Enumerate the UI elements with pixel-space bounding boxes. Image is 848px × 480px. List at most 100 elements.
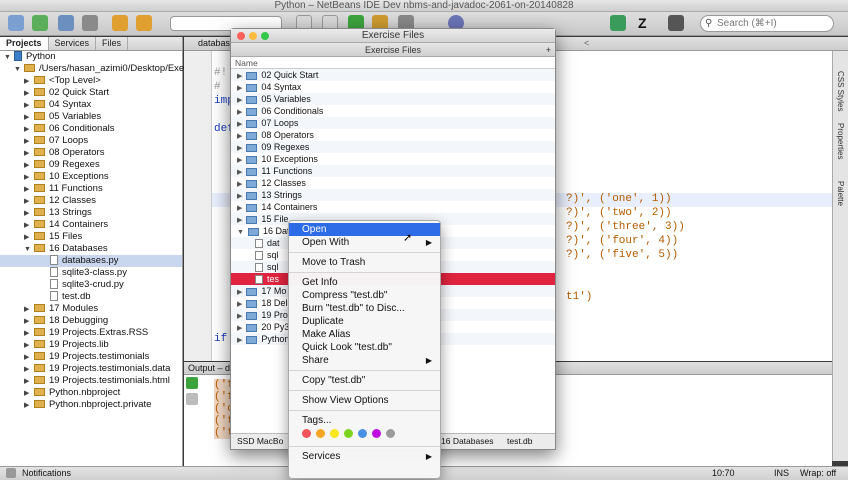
save-all-icon[interactable] [82,15,98,31]
finder-row[interactable]: ▶ 14 Containers [231,201,555,213]
finder-row[interactable]: ▶ 10 Exceptions [231,153,555,165]
tree-folder[interactable]: ▶ 12 Classes [0,195,182,207]
menu-separator [289,272,440,273]
menu-open-with[interactable]: Open With ▶ [289,236,440,249]
tag-color-dot-icon[interactable] [302,429,311,438]
finder-tab[interactable]: Exercise Files [365,45,421,55]
tree-file[interactable]: databases.py [0,255,182,267]
tree-folder[interactable]: ▶ 19 Projects.testimonials [0,351,182,363]
menu-show-view-options[interactable]: Show View Options [289,394,440,407]
tree-label: <Top Level> [49,75,101,86]
tree-folder[interactable]: ▶ <Top Level> [0,75,182,87]
tag-color-dot-icon[interactable] [372,429,381,438]
menu-copy[interactable]: Copy "test.db" [289,374,440,387]
tree-folder[interactable]: ▶ 13 Strings [0,207,182,219]
tree-folder[interactable]: ▶ 05 Variables [0,111,182,123]
finder-row[interactable]: ▶ 07 Loops [231,117,555,129]
tree-folder[interactable]: ▼ 16 Databases [0,243,182,255]
menu-share[interactable]: Share ▶ [289,354,440,367]
tree-folder[interactable]: ▶ 08 Operators [0,147,182,159]
tree-folder[interactable]: ▶ 19 Projects.testimonials.html [0,375,182,387]
new-project-icon[interactable] [32,15,48,31]
menu-make-alias[interactable]: Make Alias [289,328,440,341]
wrap-mode[interactable]: Wrap: off [800,467,836,480]
finder-row[interactable]: ▶ 11 Functions [231,165,555,177]
search-input[interactable]: ⚲ Search (⌘+I) [700,15,834,32]
finder-row[interactable]: ▶ 05 Variables [231,93,555,105]
tree-source-root[interactable]: ▼/Users/hasan_azimi0/Desktop/Exercise [0,63,204,75]
tag-color-dot-icon[interactable] [386,429,395,438]
menu-move-to-trash[interactable]: Move to Trash [289,256,440,269]
tree-folder[interactable]: ▶ 11 Functions [0,183,182,195]
close-icon[interactable] [237,32,245,40]
menu-compress[interactable]: Compress "test.db" [289,289,440,302]
tree-file[interactable]: sqlite3-crud.py [0,279,182,291]
css-styles-panel[interactable]: CSS Styles [836,71,845,111]
tree-folder[interactable]: ▶ 19 Projects.lib [0,339,182,351]
tree-folder[interactable]: ▶ 18 Debugging [0,315,182,327]
path-volume[interactable]: SSD MacBo [237,436,283,446]
tree-folder[interactable]: ▶ 17 Modules [0,303,182,315]
menu-services[interactable]: Services ▶ [289,450,440,463]
path-file[interactable]: test.db [507,434,533,449]
zend-icon[interactable]: Z [638,15,654,31]
tree-folder[interactable]: ▶ Python.nbproject.private [0,399,182,411]
path-folder[interactable]: 16 Databases [441,434,493,449]
undo-icon[interactable] [112,15,128,31]
tab-services[interactable]: Services [49,37,97,50]
redo-icon[interactable] [136,15,152,31]
notifications-icon[interactable] [6,468,16,478]
tree-folder[interactable]: ▶ Python.nbproject [0,387,182,399]
palette-panel[interactable]: Palette [836,181,845,206]
finder-row[interactable]: ▶ 06 Conditionals [231,105,555,117]
editor-tab-scroll[interactable]: < [584,38,589,48]
finder-row[interactable]: ▶ 13 Strings [231,189,555,201]
rerun-icon[interactable] [186,377,198,389]
rerun-custom-icon[interactable] [186,393,198,405]
tag-color-dot-icon[interactable] [316,429,325,438]
folder-icon [246,287,258,296]
zoom-icon[interactable] [261,32,269,40]
tag-color-dot-icon[interactable] [344,429,353,438]
menu-get-info[interactable]: Get Info [289,276,440,289]
tree-folder[interactable]: ▶ 07 Loops [0,135,182,147]
finder-row[interactable]: ▶ 04 Syntax [231,81,555,93]
tree-folder[interactable]: ▶ 04 Syntax [0,99,182,111]
menu-open[interactable]: Open [289,223,440,236]
tree-folder[interactable]: ▶ 15 Files [0,231,182,243]
finder-row[interactable]: ▶ 08 Operators [231,129,555,141]
name-column-header[interactable]: Name [231,57,555,69]
tree-folder[interactable]: ▶ 06 Conditionals [0,123,182,135]
menu-tags[interactable]: Tags... [289,414,440,427]
tree-folder[interactable]: ▶ 19 Projects.testimonials.data [0,363,182,375]
open-project-icon[interactable] [58,15,74,31]
tree-file[interactable]: test.db [0,291,182,303]
new-tab-icon[interactable]: + [546,43,551,57]
menu-duplicate[interactable]: Duplicate [289,315,440,328]
code-line: ?)', ('three', 3)) [566,221,685,233]
finder-row[interactable]: ▶ 09 Regexes [231,141,555,153]
tree-folder[interactable]: ▶ 19 Projects.Extras.RSS [0,327,182,339]
finder-row[interactable]: ▶ 02 Quick Start [231,69,555,81]
tab-projects[interactable]: Projects [0,37,49,50]
tree-project-root[interactable]: ▼ Python [0,51,182,63]
finder-row[interactable]: ▶ 12 Classes [231,177,555,189]
menu-burn[interactable]: Burn "test.db" to Disc... [289,302,440,315]
layout-icon[interactable] [668,15,684,31]
tab-files[interactable]: Files [96,37,129,50]
folder-icon [246,323,258,332]
tree-folder[interactable]: ▶ 10 Exceptions [0,171,182,183]
properties-panel[interactable]: Properties [836,123,845,159]
notifications-label[interactable]: Notifications [22,467,71,480]
chart-icon[interactable] [610,15,626,31]
tree-file[interactable]: sqlite3-class.py [0,267,182,279]
tag-color-dot-icon[interactable] [358,429,367,438]
folder-icon [34,364,45,373]
tree-folder[interactable]: ▶ 02 Quick Start [0,87,182,99]
tree-folder[interactable]: ▶ 09 Regexes [0,159,182,171]
new-file-icon[interactable] [8,15,24,31]
tree-folder[interactable]: ▶ 14 Containers [0,219,182,231]
tag-color-dot-icon[interactable] [330,429,339,438]
minimize-icon[interactable] [249,32,257,40]
menu-quick-look[interactable]: Quick Look "test.db" [289,341,440,354]
